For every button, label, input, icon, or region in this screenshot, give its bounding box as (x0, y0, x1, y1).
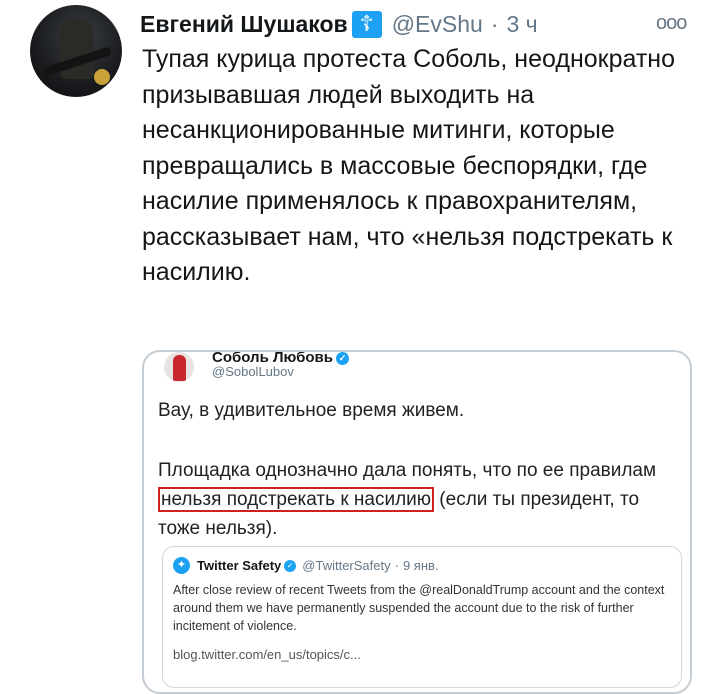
quoted-tweet: ✦ Twitter Safety ✓ @TwitterSafety · 9 ян… (162, 546, 682, 688)
screenshot-paragraph-1: Вау, в удивительное время живем. (158, 400, 465, 421)
avatar-badge (94, 69, 110, 85)
more-icon[interactable]: ooo (656, 12, 687, 35)
highlighted-phrase: нельзя подстрекать к насилию (158, 487, 435, 512)
author-name[interactable]: Евгений Шушаков (140, 11, 348, 38)
separator-dot: · (490, 10, 499, 37)
paragraph-2-before: Площадка однозначно дала понять, что по … (158, 460, 657, 481)
verified-icon: ✓ (335, 352, 349, 365)
quoted-author-name: Twitter Safety (197, 558, 282, 573)
verified-icon: ✓ (284, 559, 297, 572)
tweet-time[interactable]: 3 ч (506, 11, 537, 38)
quoted-date: 9 янв. (402, 558, 439, 573)
embedded-screenshot[interactable]: Соболь Любовь ✓ @SobolLubov Вау, в удивит… (142, 350, 692, 694)
author-avatar[interactable] (30, 5, 122, 97)
screenshot-avatar (164, 352, 194, 382)
quoted-link: blog.twitter.com/en_us/topics/c... (173, 647, 361, 662)
orthodox-cross-icon: ☦ (351, 10, 382, 38)
twitter-bird-icon: ✦ (173, 557, 190, 574)
tweet-text: Тупая курица протеста Соболь, неоднократ… (142, 45, 676, 286)
tweet-header: Евгений Шушаков ☦ @EvShu · 3 ч (140, 9, 538, 39)
quoted-separator: · (394, 558, 399, 573)
quoted-handle: @TwitterSafety (302, 558, 391, 573)
screenshot-handle: @SobolLubov (212, 364, 294, 379)
screenshot-paragraph-2: Площадка однозначно дала понять, что по … (158, 456, 678, 543)
quoted-tweet-header: ✦ Twitter Safety ✓ @TwitterSafety · 9 ян… (173, 557, 439, 574)
quoted-tweet-text: After close review of recent Tweets from… (173, 583, 665, 633)
author-handle[interactable]: @EvShu (392, 11, 483, 38)
